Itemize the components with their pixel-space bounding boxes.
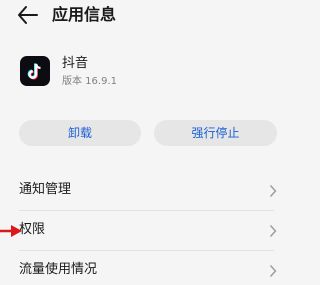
- chevron-right-icon: [269, 223, 277, 237]
- chevron-right-icon: [269, 263, 277, 277]
- menu-item-label: 流量使用情况: [19, 262, 98, 277]
- top-bar: 应用信息: [0, 0, 293, 32]
- page-title: 应用信息: [52, 5, 117, 24]
- force-stop-button[interactable]: 强行停止: [154, 120, 277, 146]
- menu-item-notification-management[interactable]: 通知管理: [0, 171, 293, 209]
- menu-item-data-usage[interactable]: 流量使用情况: [0, 251, 293, 285]
- app-version: 版本 16.9.1: [62, 76, 117, 87]
- red-pointer-arrow-icon: [0, 223, 24, 237]
- tiktok-logo-icon: [20, 56, 50, 86]
- menu-item-permissions[interactable]: 权限: [0, 211, 293, 249]
- app-info-screen: 应用信息 抖音 版本 16.9.1 卸载 强行停止 通知管理 权限 流量使用情况: [0, 0, 293, 285]
- menu-item-label: 通知管理: [19, 182, 72, 197]
- uninstall-button[interactable]: 卸载: [19, 120, 141, 146]
- app-name: 抖音: [62, 56, 89, 71]
- back-arrow-icon[interactable]: [16, 4, 40, 26]
- chevron-right-icon: [269, 183, 277, 197]
